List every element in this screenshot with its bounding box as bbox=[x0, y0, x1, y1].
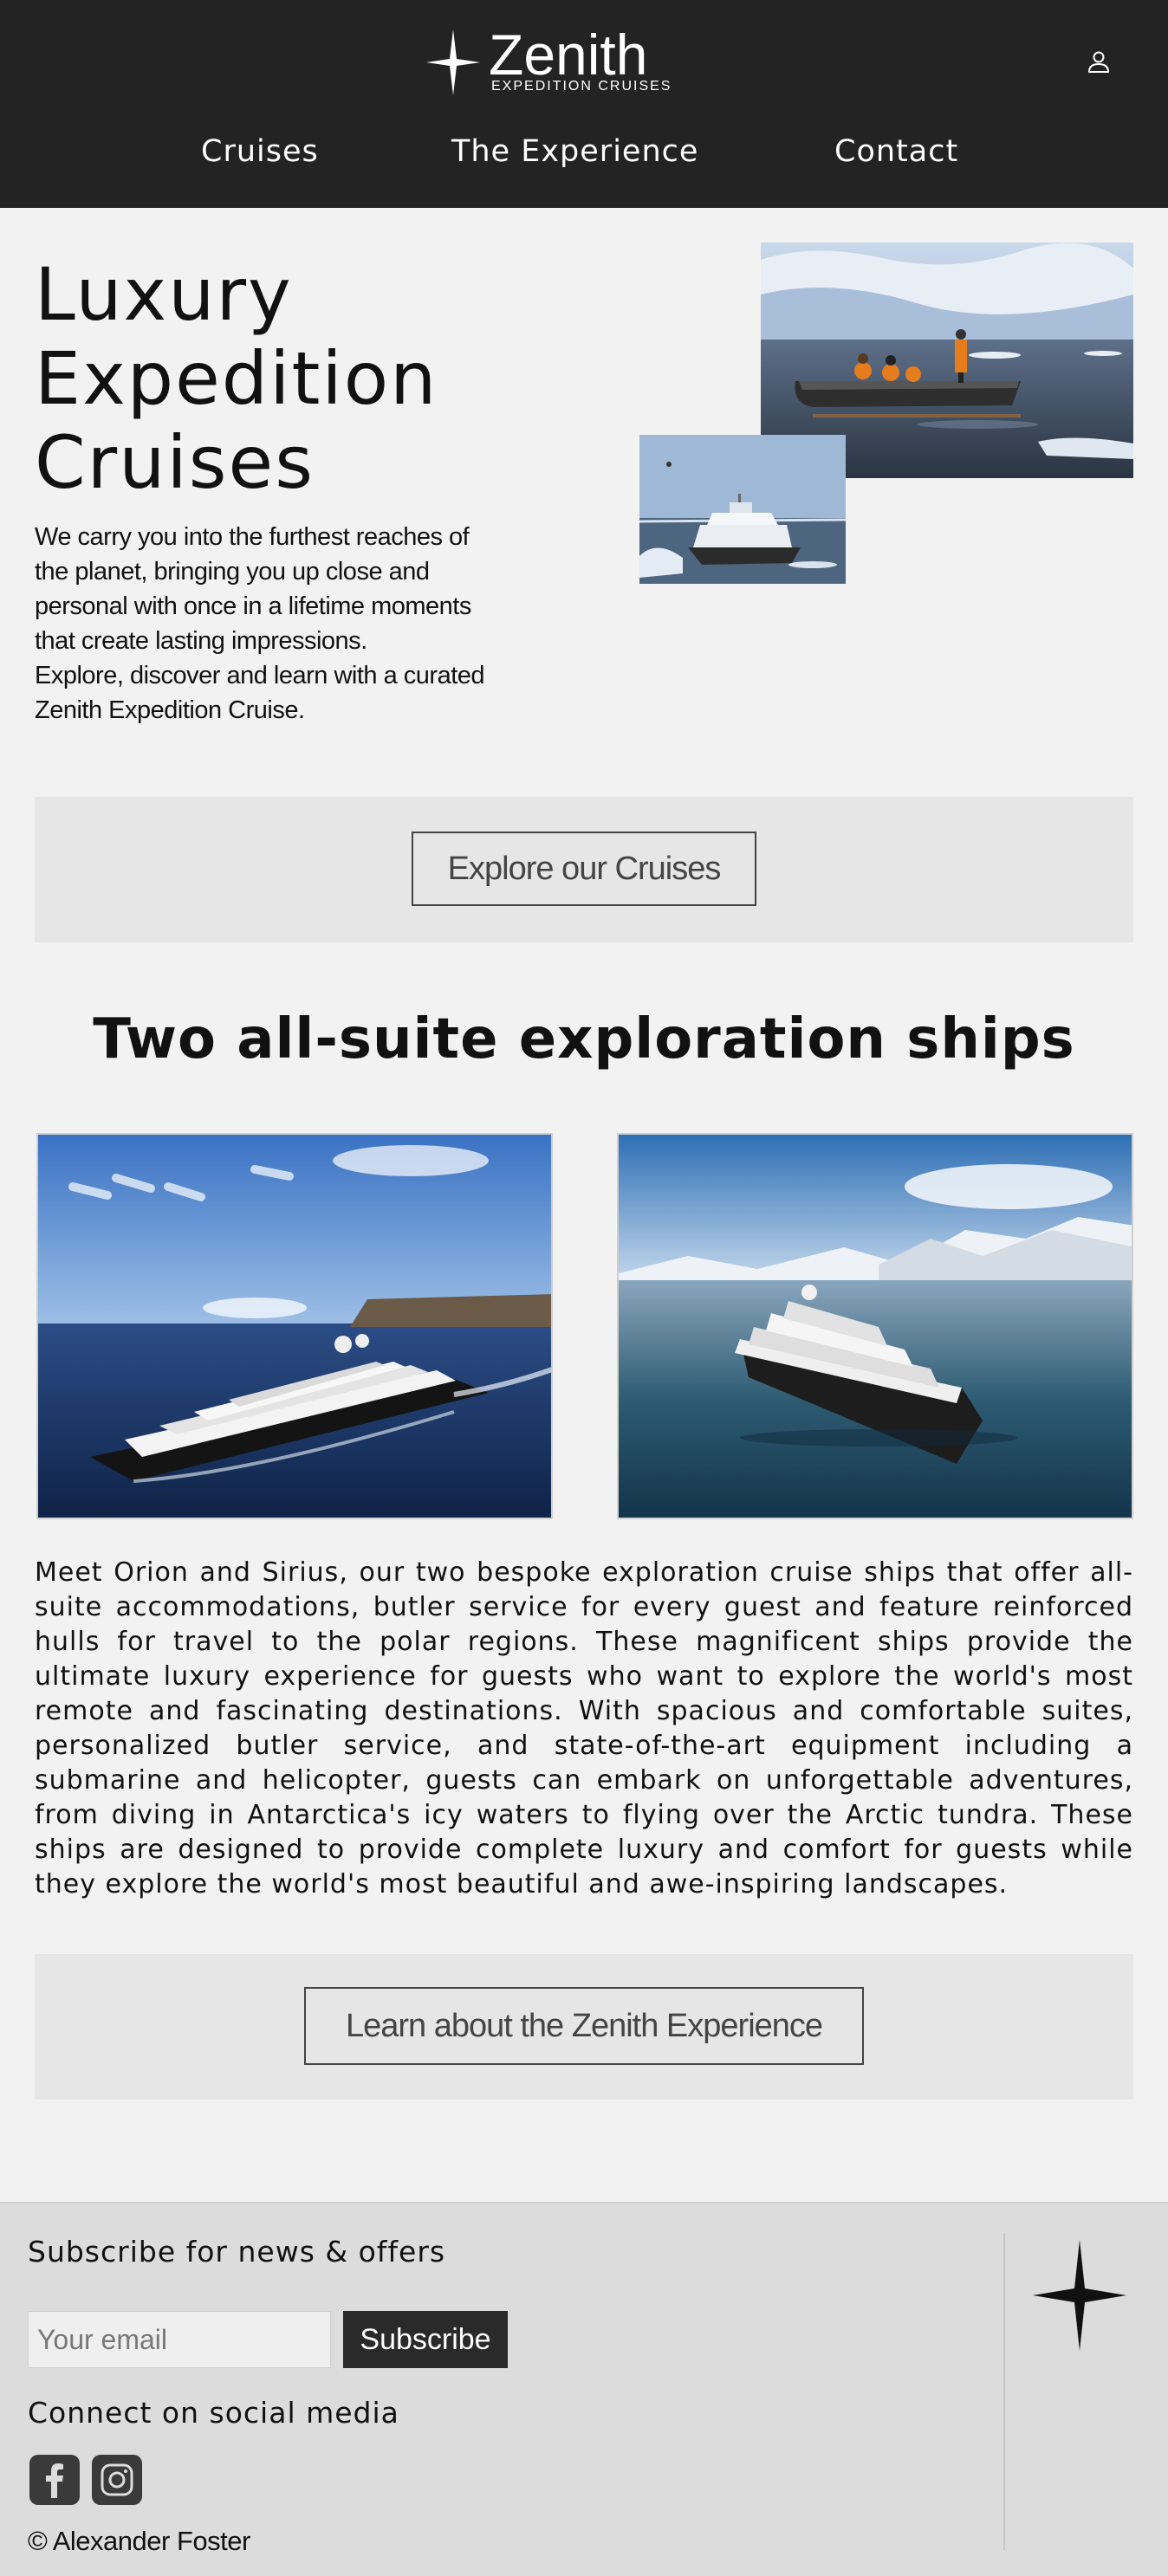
hero-title-line: Luxury bbox=[35, 252, 293, 337]
experience-cta-panel: Learn about the Zenith Experience bbox=[35, 1954, 1133, 2100]
email-input[interactable] bbox=[28, 2311, 331, 2368]
hero-paragraph-line: that create lasting impressions. bbox=[35, 627, 367, 655]
subscribe-heading: Subscribe for news & offers bbox=[28, 2235, 446, 2269]
logo-subtitle: EXPEDITION CRUISES bbox=[491, 79, 672, 94]
subscribe-button[interactable]: Subscribe bbox=[343, 2311, 508, 2368]
hero-title: Luxury Expedition Cruises bbox=[35, 253, 572, 505]
site-header: Zenith EXPEDITION CRUISES Cruises The Ex… bbox=[0, 0, 1168, 208]
explore-cruises-button[interactable]: Explore our Cruises bbox=[412, 832, 756, 906]
learn-zenith-experience-button[interactable]: Learn about the Zenith Experience bbox=[304, 1987, 864, 2065]
footer-divider bbox=[1003, 2233, 1005, 2550]
copyright-text: © Alexander Foster bbox=[28, 2526, 250, 2556]
hero-paragraph-line: Zenith Expedition Cruise. bbox=[35, 696, 305, 724]
four-point-star-icon bbox=[426, 29, 480, 95]
hero-paragraph-line: Explore, discover and learn with a curat… bbox=[35, 662, 485, 689]
ship-orion-image bbox=[36, 1133, 553, 1519]
user-icon[interactable] bbox=[1085, 49, 1113, 76]
nav-cruises[interactable]: Cruises bbox=[201, 130, 319, 173]
nav-contact[interactable]: Contact bbox=[834, 130, 958, 173]
ship-sirius-image bbox=[617, 1133, 1133, 1519]
ships-section-title: Two all-suite exploration ships bbox=[93, 1007, 1075, 1071]
hero-title-line: Cruises bbox=[35, 420, 315, 505]
ships-description: Meet Orion and Sirius, our two bespoke e… bbox=[35, 1557, 1133, 1900]
site-footer: Subscribe for news & offers Subscribe Co… bbox=[0, 2202, 1168, 2576]
facebook-icon[interactable] bbox=[29, 2455, 80, 2505]
hero-title-line: Expedition bbox=[35, 336, 438, 421]
hero-paragraph: We carry you into the furthest reaches o… bbox=[35, 520, 555, 728]
nav-the-experience[interactable]: The Experience bbox=[451, 130, 698, 173]
logo-name: Zenith bbox=[489, 23, 648, 87]
hero-paragraph-line: We carry you into the furthest reaches o… bbox=[35, 523, 470, 551]
social-heading: Connect on social media bbox=[28, 2396, 399, 2430]
zenith-logo[interactable]: Zenith EXPEDITION CRUISES bbox=[426, 23, 686, 99]
hero-ship-in-ice-image bbox=[639, 435, 846, 584]
four-point-star-icon bbox=[1033, 2240, 1126, 2351]
explore-cta-panel: Explore our Cruises bbox=[35, 797, 1133, 942]
instagram-icon[interactable] bbox=[92, 2455, 142, 2505]
hero-paragraph-line: the planet, bringing you up close and bbox=[35, 558, 430, 586]
hero-paragraph-line: personal with once in a lifetime moments bbox=[35, 592, 471, 620]
